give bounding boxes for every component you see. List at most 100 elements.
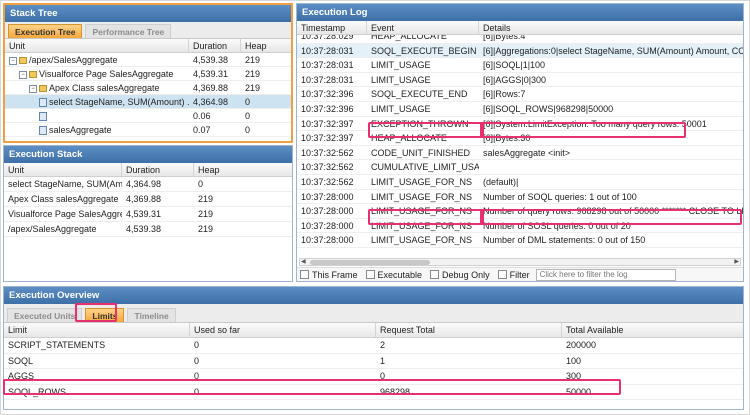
- tab-performance-tree[interactable]: Performance Tree: [85, 24, 172, 38]
- tab-timeline[interactable]: Timeline: [127, 308, 176, 322]
- tree-row[interactable]: − Visualforce Page SalesAggregate 4,539.31…: [5, 67, 291, 81]
- log-event-cell: LIMIT_USAGE: [371, 103, 431, 114]
- tree-row[interactable]: − Apex Class salesAggregate 4,369.88 219: [5, 81, 291, 95]
- log-row[interactable]: 10:37:32:562 LIMIT_USAGE_FOR_NS (default)|: [297, 175, 743, 190]
- stack-duration-cell: 4,364.98: [126, 179, 162, 189]
- stack-row[interactable]: Apex Class salesAggregate 4,369.88 219: [4, 192, 292, 207]
- execution-stack-rows: select StageName, SUM(Amo... 4,364.98 0 Ape…: [4, 177, 292, 237]
- stack-duration-cell: 4,539.31: [126, 209, 162, 219]
- limit-name-cell: SCRIPT_STATEMENTS: [8, 340, 106, 350]
- log-details-cell: [6]|Aggregations:0|select StageName, SUM…: [483, 45, 743, 56]
- stack-tree-tabs: Execution Tree Performance Tree: [5, 22, 291, 39]
- log-timestamp-cell: 10:37:28:029: [301, 35, 354, 41]
- col-unit[interactable]: Unit: [5, 39, 189, 52]
- log-row[interactable]: 10:37:28:000 LIMIT_USAGE_FOR_NS Number of …: [297, 190, 743, 205]
- folder-icon: [29, 71, 37, 79]
- log-row[interactable]: 10:37:28:031 LIMIT_USAGE [6]|AGGS|0|300: [297, 73, 743, 88]
- scrollbar-left-arrow[interactable]: ◀: [301, 259, 306, 265]
- exception-event-highlight: [368, 122, 484, 138]
- stack-row[interactable]: select StageName, SUM(Amo... 4,364.98 0: [4, 177, 292, 192]
- execution-log-title: Execution Log: [297, 4, 743, 21]
- log-row[interactable]: 10:37:28:031 SOQL_EXECUTE_BEGIN [6]|Aggreg…: [297, 43, 743, 59]
- this-frame-checkbox[interactable]: [300, 270, 309, 279]
- tree-heap-cell: 0: [245, 97, 251, 107]
- collapse-toggle-icon[interactable]: −: [29, 84, 37, 93]
- log-timestamp-cell: 10:37:28:000: [301, 220, 354, 231]
- log-details-cell: (default)|: [483, 176, 519, 187]
- col-used-so-far[interactable]: Used so far: [190, 323, 376, 337]
- tree-unit-label: salesAggregate: [49, 125, 112, 135]
- log-horizontal-scrollbar[interactable]: ◀ ▶: [299, 258, 741, 266]
- filter-checkbox[interactable]: [497, 270, 507, 279]
- tree-row[interactable]: − /apex/SalesAggregate 4,539.38 219: [5, 53, 291, 67]
- scrollbar-right-arrow[interactable]: ▶: [734, 259, 739, 265]
- col-total-available[interactable]: Total Available: [562, 323, 743, 337]
- tree-row[interactable]: salesAggregate 0.07 0: [5, 123, 291, 137]
- debug-only-checkbox[interactable]: [430, 270, 440, 279]
- log-timestamp-cell: 10:37:28:000: [301, 191, 354, 202]
- stack-unit-cell: select StageName, SUM(Amo...: [8, 179, 122, 189]
- scrollbar-thumb[interactable]: [310, 260, 430, 265]
- log-timestamp-cell: 10:37:32:397: [301, 133, 354, 144]
- tree-duration-cell: 4,539.31: [193, 69, 229, 79]
- log-timestamp-cell: 10:37:32:396: [301, 103, 354, 114]
- close-to-limit-event-highlight: [368, 209, 484, 225]
- tree-heap-cell: 219: [245, 83, 261, 93]
- tree-duration-cell: 4,539.38: [193, 55, 229, 65]
- log-row[interactable]: 10:37:32:396 SOQL_EXECUTE_END [6]|Rows:7: [297, 87, 743, 102]
- log-event-cell: SOQL_EXECUTE_END: [371, 89, 468, 100]
- log-row[interactable]: 10:37:28:029 HEAP_ALLOCATE [6]|Bytes:4: [297, 35, 743, 44]
- log-event-cell: LIMIT_USAGE: [371, 74, 431, 85]
- col-heap[interactable]: Heap: [241, 39, 291, 52]
- log-details-cell: [6]|SOQL_ROWS|968298|50000: [483, 103, 614, 114]
- tree-unit-cell: − Apex Class salesAggregate: [5, 81, 189, 94]
- log-timestamp-cell: 10:37:32:562: [301, 176, 354, 187]
- collapse-toggle-icon[interactable]: −: [19, 70, 27, 79]
- col-event[interactable]: Event: [367, 21, 479, 34]
- log-details-cell: salesAggregate <init>: [483, 147, 571, 158]
- log-row[interactable]: 10:37:32:562 CODE_UNIT_FINISHED salesAggre…: [297, 146, 743, 161]
- log-row[interactable]: 10:37:28:031 LIMIT_USAGE [6]|SOQL|1|100: [297, 58, 743, 73]
- folder-icon: [39, 85, 47, 93]
- folder-icon: [19, 57, 27, 65]
- execution-log-panel: Execution Log Timestamp Event Details 10…: [296, 3, 744, 282]
- limit-row[interactable]: SCRIPT_STATEMENTS 0 2 200000: [4, 338, 743, 354]
- debug-only-label: Debug Only: [442, 269, 490, 280]
- log-event-cell: HEAP_ALLOCATE: [371, 35, 447, 41]
- log-row[interactable]: 10:37:32:396 LIMIT_USAGE [6]|SOQL_ROWS|968…: [297, 102, 743, 117]
- filter-input[interactable]: [535, 268, 676, 281]
- stack-row[interactable]: /apex/SalesAggregate 4,539.38 219: [4, 222, 292, 237]
- log-timestamp-cell: 10:37:28:031: [301, 60, 354, 71]
- col-unit[interactable]: Unit: [4, 163, 122, 176]
- stack-unit-cell: Apex Class salesAggregate: [8, 194, 119, 204]
- col-timestamp[interactable]: Timestamp: [297, 21, 367, 34]
- stack-heap-cell: 219: [198, 194, 214, 204]
- limit-row[interactable]: SOQL 0 1 100: [4, 354, 743, 369]
- log-row[interactable]: 10:37:32:562 CUMULATIVE_LIMIT_USAGE: [297, 160, 743, 175]
- executable-checkbox[interactable]: [365, 270, 375, 279]
- log-event-cell: CUMULATIVE_LIMIT_USAGE: [371, 162, 479, 173]
- collapse-toggle-icon[interactable]: −: [9, 56, 17, 65]
- filter-label: Filter: [509, 269, 530, 280]
- col-details[interactable]: Details: [479, 21, 743, 34]
- log-timestamp-cell: 10:37:28:031: [301, 74, 354, 85]
- log-row[interactable]: 10:37:28:000 LIMIT_USAGE_FOR_NS Number of …: [297, 233, 743, 248]
- tree-row[interactable]: select StageName, SUM(Amount) ... 4,364.9…: [5, 95, 291, 109]
- stack-tree-rows: −/apex/SalesAggregate 4,539.38 219− Visualf…: [5, 53, 291, 137]
- stack-row[interactable]: Visualforce Page SalesAggreg... 4,539.31 2…: [4, 207, 292, 222]
- col-duration[interactable]: Duration: [189, 39, 241, 52]
- log-event-cell: LIMIT_USAGE_FOR_NS: [371, 176, 473, 187]
- tree-unit-cell: select StageName, SUM(Amount) ...: [5, 95, 189, 108]
- execution-stack-title: Execution Stack: [4, 146, 292, 163]
- execution-log-header: Timestamp Event Details: [297, 21, 743, 35]
- col-request-total[interactable]: Request Total: [376, 323, 562, 337]
- col-limit[interactable]: Limit: [4, 323, 190, 337]
- col-duration[interactable]: Duration: [122, 163, 194, 176]
- execution-overview-title: Execution Overview: [4, 287, 743, 304]
- this-frame-label: This Frame: [312, 269, 358, 280]
- tree-row[interactable]: 0.06 0: [5, 109, 291, 123]
- tree-heap-cell: 0: [245, 111, 251, 121]
- tab-executed-units[interactable]: Executed Units: [7, 308, 83, 322]
- col-heap[interactable]: Heap: [194, 163, 292, 176]
- tab-execution-tree[interactable]: Execution Tree: [8, 24, 83, 38]
